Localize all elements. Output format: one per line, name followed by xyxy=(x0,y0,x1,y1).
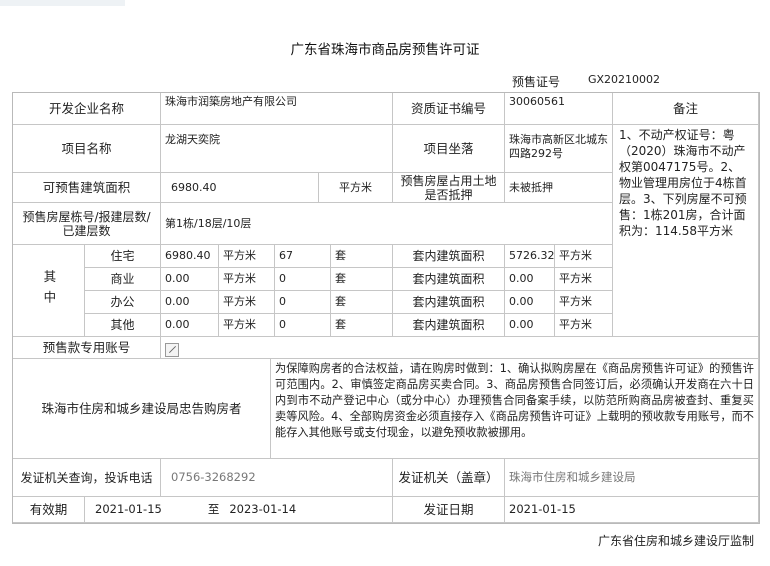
breakdown-count: 0 xyxy=(275,268,331,291)
breakdown-count-unit: 套 xyxy=(331,245,393,268)
breakdown-inner-label: 套内建筑面积 xyxy=(393,291,505,314)
qualification-label: 资质证书编号 xyxy=(393,93,505,125)
location-label: 项目坐落 xyxy=(393,125,505,173)
issue-date-label: 发证日期 xyxy=(393,497,505,523)
top-strip xyxy=(0,0,125,6)
validity-from: 2021-01-15 xyxy=(95,502,162,517)
issuer-value: 珠海市住房和城乡建设局 xyxy=(505,459,759,497)
land-mortgage-value: 未被抵押 xyxy=(505,173,613,203)
land-mortgage-label: 预售房屋占用土地是否抵押 xyxy=(393,173,505,203)
buildings-label: 预售房屋栋号/报建层数/已建层数 xyxy=(13,203,161,245)
location-value: 珠海市高新区北城东四路292号 xyxy=(505,125,613,173)
breakdown-inner-unit: 平方米 xyxy=(555,268,613,291)
breakdown-inner-area: 0.00 xyxy=(505,291,555,314)
breakdown-type: 商业 xyxy=(85,268,161,291)
presale-area-value: 6980.40 xyxy=(161,173,319,203)
page-title: 广东省珠海市商品房预售许可证 xyxy=(290,42,480,58)
developer-label: 开发企业名称 xyxy=(13,93,161,125)
footer-issuer: 广东省住房和城乡建设厅监制 xyxy=(597,534,754,548)
edit-icon[interactable] xyxy=(165,342,179,357)
buildings-value: 第1栋/18层/10层 xyxy=(161,203,613,245)
breakdown-count-unit: 套 xyxy=(331,268,393,291)
escrow-label: 预售款专用账号 xyxy=(13,337,161,359)
breakdown-type: 其他 xyxy=(85,314,161,337)
remarks-label: 备注 xyxy=(613,93,759,125)
breakdown-area-unit: 平方米 xyxy=(219,291,275,314)
issuer-label: 发证机关（盖章） xyxy=(393,459,505,497)
breakdown-count: 67 xyxy=(275,245,331,268)
breakdown-label-text: 其中 xyxy=(41,270,57,311)
breakdown-label: 其中 xyxy=(13,245,85,337)
validity-label: 有效期 xyxy=(13,497,85,523)
permit-table: 开发企业名称 珠海市润築房地产有限公司 资质证书编号 30060561 备注 1… xyxy=(12,92,760,524)
breakdown-area: 0.00 xyxy=(161,291,219,314)
presale-area-unit: 平方米 xyxy=(319,173,393,203)
validity-to: 2023-01-14 xyxy=(229,502,297,517)
breakdown-area-unit: 平方米 xyxy=(219,245,275,268)
issue-date-value: 2021-01-15 xyxy=(505,497,759,523)
breakdown-inner-area: 0.00 xyxy=(505,314,555,337)
breakdown-area: 6980.40 xyxy=(161,245,219,268)
breakdown-inner-area: 0.00 xyxy=(505,268,555,291)
remarks-text: 1、不动产权证号：粤（2020）珠海市不动产权第0047175号。2、物业管理用… xyxy=(613,125,759,337)
escrow-value xyxy=(161,337,759,359)
breakdown-area-unit: 平方米 xyxy=(219,268,275,291)
warning-label: 珠海市住房和城乡建设局忠告购房者 xyxy=(13,359,271,459)
breakdown-count-unit: 套 xyxy=(331,314,393,337)
presale-area-label: 可预售建筑面积 xyxy=(13,173,161,203)
hotline-value: 0756-3268292 xyxy=(161,459,393,497)
validity-value: 2021-01-15 至 2023-01-14 xyxy=(85,497,393,523)
breakdown-count: 0 xyxy=(275,291,331,314)
permit-number-label: 预售证号 xyxy=(512,75,561,89)
breakdown-type: 办公 xyxy=(85,291,161,314)
developer-value: 珠海市润築房地产有限公司 xyxy=(161,93,393,125)
breakdown-count: 0 xyxy=(275,314,331,337)
breakdown-area-unit: 平方米 xyxy=(219,314,275,337)
validity-sep: 至 xyxy=(207,502,220,517)
breakdown-inner-unit: 平方米 xyxy=(555,291,613,314)
warning-text: 为保障购房者的合法权益，请在购房时做到：1、确认拟购房屋在《商品房预售许可证》的… xyxy=(271,359,759,459)
breakdown-inner-unit: 平方米 xyxy=(555,314,613,337)
hotline-label: 发证机关查询，投诉电话 xyxy=(13,459,161,497)
qualification-value: 30060561 xyxy=(505,93,613,125)
breakdown-type: 住宅 xyxy=(85,245,161,268)
project-label: 项目名称 xyxy=(13,125,161,173)
breakdown-inner-unit: 平方米 xyxy=(555,245,613,268)
permit-number: 预售证号 GX20210002 xyxy=(512,73,660,90)
permit-number-value: GX20210002 xyxy=(588,73,661,86)
breakdown-area: 0.00 xyxy=(161,314,219,337)
breakdown-inner-label: 套内建筑面积 xyxy=(393,245,505,268)
breakdown-inner-area: 5726.32 xyxy=(505,245,555,268)
breakdown-area: 0.00 xyxy=(161,268,219,291)
breakdown-inner-label: 套内建筑面积 xyxy=(393,314,505,337)
breakdown-count-unit: 套 xyxy=(331,291,393,314)
project-value: 龙湖天奕院 xyxy=(161,125,393,173)
breakdown-inner-label: 套内建筑面积 xyxy=(393,268,505,291)
